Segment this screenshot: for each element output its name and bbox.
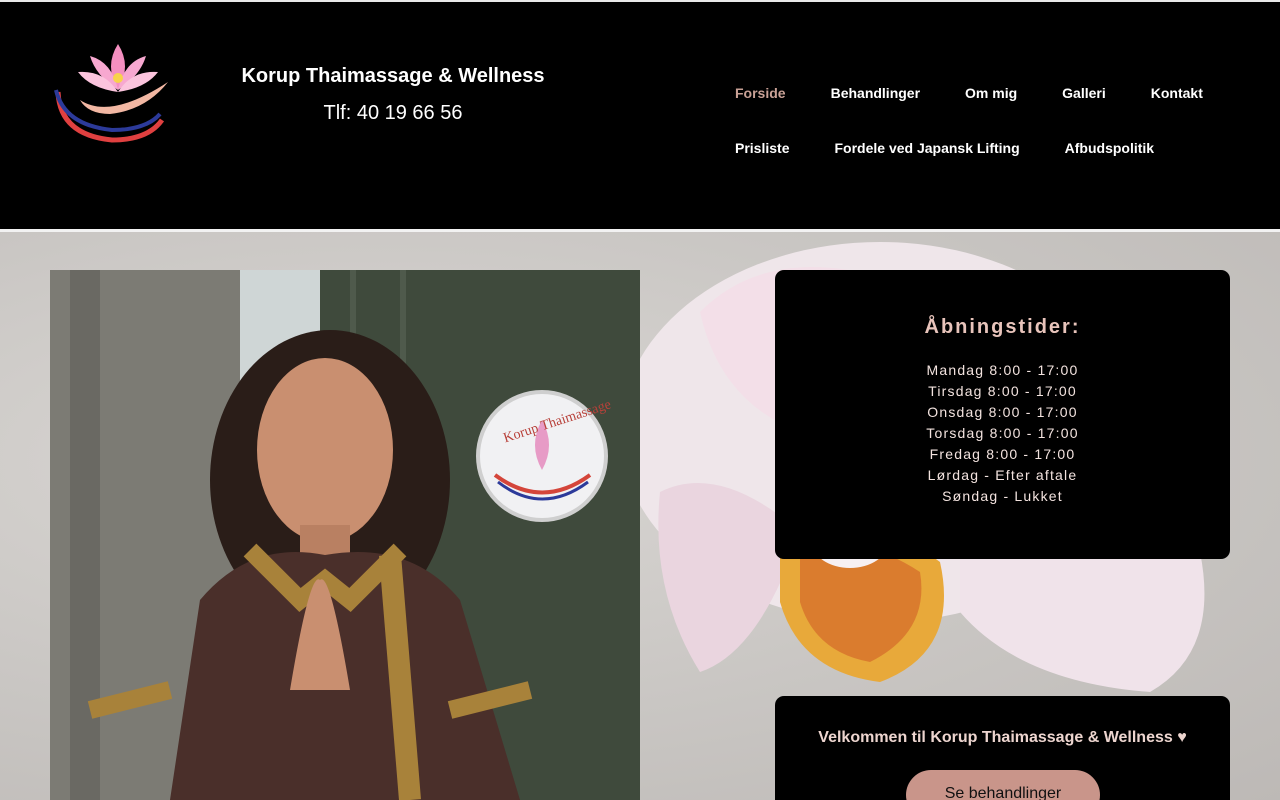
- hours-line: Tirsdag 8:00 - 17:00: [928, 383, 1077, 399]
- nav-item-prisliste[interactable]: Prisliste: [735, 139, 789, 157]
- nav-item-galleri[interactable]: Galleri: [1062, 84, 1106, 102]
- brand-block: Korup Thaimassage & Wellness Tlf: 40 19 …: [193, 62, 593, 125]
- hours-line: Lørdag - Efter aftale: [927, 467, 1078, 483]
- lotus-hand-logo-icon[interactable]: [50, 40, 176, 146]
- welcome-text: Velkommen til Korup Thaimassage & Wellne…: [818, 729, 1187, 746]
- opening-hours-card: Åbningstider: Mandag 8:00 - 17:00 Tirsda…: [775, 270, 1230, 559]
- nav-item-kontakt[interactable]: Kontakt: [1151, 84, 1203, 102]
- nav-item-forside[interactable]: Forside: [735, 84, 786, 102]
- nav-row-2: Prisliste Fordele ved Japansk Lifting Af…: [735, 139, 1199, 157]
- welcome-card: Velkommen til Korup Thaimassage & Wellne…: [775, 696, 1230, 800]
- hours-line: Onsdag 8:00 - 17:00: [927, 404, 1078, 420]
- therapist-photo: Korup Thaimassage: [50, 270, 640, 800]
- nav-item-afbudspolitik[interactable]: Afbudspolitik: [1065, 139, 1154, 157]
- nav-item-behandlinger[interactable]: Behandlinger: [831, 84, 920, 102]
- opening-hours-title: Åbningstider:: [924, 316, 1081, 338]
- site-header: Korup Thaimassage & Wellness Tlf: 40 19 …: [0, 2, 1280, 229]
- nav-item-japansk-lifting[interactable]: Fordele ved Japansk Lifting: [834, 139, 1019, 157]
- see-treatments-button[interactable]: Se behandlinger: [906, 770, 1100, 800]
- phone-number[interactable]: Tlf: 40 19 66 56: [193, 101, 593, 125]
- hours-line: Torsdag 8:00 - 17:00: [926, 425, 1079, 441]
- hero-section: Korup Thaimassage Åbningstider: Mandag 8…: [0, 232, 1280, 800]
- hours-line: Fredag 8:00 - 17:00: [929, 446, 1076, 462]
- site-title[interactable]: Korup Thaimassage & Wellness: [193, 62, 593, 90]
- opening-hours-list: Mandag 8:00 - 17:00 Tirsdag 8:00 - 17:00…: [775, 360, 1230, 507]
- nav-item-om-mig[interactable]: Om mig: [965, 84, 1017, 102]
- hours-line: Mandag 8:00 - 17:00: [926, 362, 1079, 378]
- nav-row-1: Forside Behandlinger Om mig Galleri Kont…: [735, 84, 1248, 102]
- hours-line: Søndag - Lukket: [942, 488, 1063, 504]
